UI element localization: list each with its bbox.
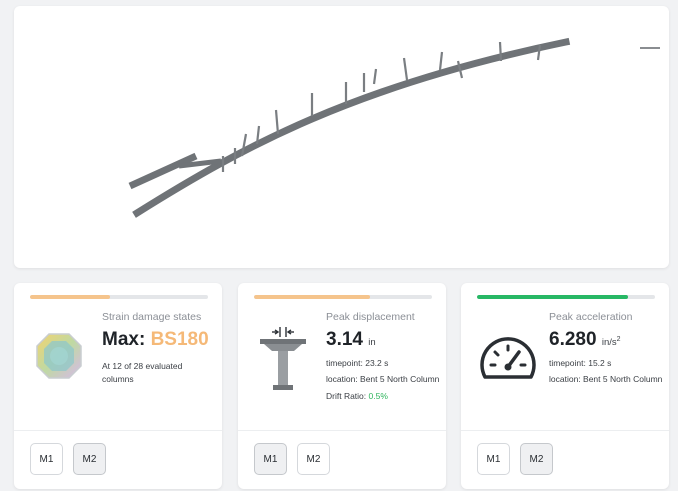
acceleration-location: location: Bent 5 North Column <box>549 374 663 384</box>
bridge-3d-viewer[interactable] <box>14 6 669 268</box>
acceleration-progress-fill <box>477 295 629 299</box>
strain-note: At 12 of 28 evaluated columns <box>102 361 183 384</box>
bridge-model-icon <box>128 37 571 218</box>
m2-button[interactable]: M2 <box>520 443 553 475</box>
acceleration-value: 6.280 in/s2 <box>549 329 621 350</box>
bridge-column-icon <box>258 323 308 393</box>
strain-label: Strain damage states <box>102 311 202 323</box>
acceleration-timepoint: timepoint: 15.2 s <box>549 358 612 368</box>
m1-button[interactable]: M1 <box>254 443 287 475</box>
card-divider <box>238 430 446 431</box>
octagon-damage-icon <box>34 323 84 393</box>
strain-progress-bar <box>30 295 208 299</box>
displacement-value: 3.14 in <box>326 329 376 350</box>
drift-ratio: Drift Ratio: 0.5% <box>326 391 388 401</box>
strain-progress-fill <box>30 295 111 299</box>
m2-button[interactable]: M2 <box>297 443 330 475</box>
m1-button[interactable]: M1 <box>477 443 510 475</box>
acceleration-progress-bar <box>477 295 655 299</box>
displacement-timepoint: timepoint: 23.2 s <box>326 358 389 368</box>
m2-button[interactable]: M2 <box>73 443 106 475</box>
peak-displacement-card: Peak displacement 3.14 in timepoint: 23.… <box>238 283 446 489</box>
acceleration-label: Peak acceleration <box>549 311 633 323</box>
displacement-progress-fill <box>254 295 370 299</box>
strain-max-value: Max: BS180 <box>102 329 209 350</box>
m1-button[interactable]: M1 <box>30 443 63 475</box>
speedometer-icon <box>477 323 539 393</box>
strain-damage-card: Strain damage states Max: BS180 At 12 of… <box>14 283 222 489</box>
card-divider <box>14 430 222 431</box>
displacement-label: Peak displacement <box>326 311 415 323</box>
displacement-location: location: Bent 5 North Column <box>326 374 440 384</box>
minimize-dash-icon[interactable] <box>640 47 660 49</box>
displacement-progress-bar <box>254 295 432 299</box>
card-divider <box>461 430 669 431</box>
peak-acceleration-card: Peak acceleration 6.280 in/s2 timepoint:… <box>461 283 669 489</box>
